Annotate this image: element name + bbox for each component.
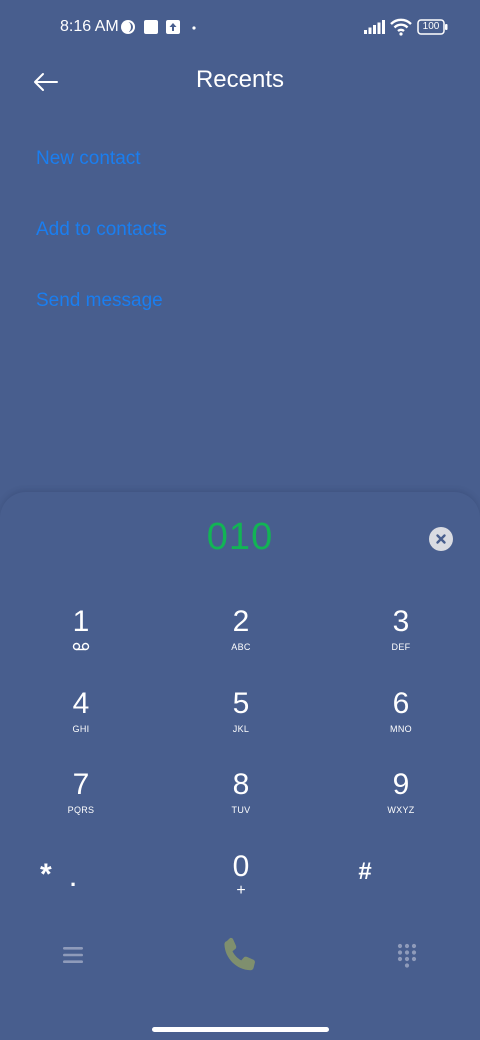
send-message-button[interactable]: Send message	[36, 290, 163, 312]
add-to-contacts-button[interactable]: Add to contacts	[36, 219, 167, 241]
status-bar: 8:16 AM 100	[0, 0, 480, 56]
dot-icon	[191, 25, 197, 31]
key-letters: +	[236, 882, 246, 899]
key-letters: WXYZ	[387, 805, 415, 815]
square-notification-icon	[142, 18, 159, 36]
moon-icon	[119, 18, 137, 36]
dialed-number[interactable]: 010	[0, 516, 480, 559]
call-button[interactable]	[210, 928, 270, 984]
menu-button[interactable]	[56, 938, 90, 972]
key-4[interactable]: 4 GHI	[21, 686, 141, 758]
close-icon	[436, 534, 446, 544]
key-letters: ABC	[231, 642, 251, 652]
key-5[interactable]: 5 JKL	[181, 686, 301, 758]
key-digit: 3	[392, 605, 410, 638]
key-digit: 2	[232, 605, 250, 638]
key-letters: DEF	[391, 642, 411, 652]
key-letters: MNO	[390, 724, 412, 734]
menu-icon	[63, 947, 83, 963]
dialpad-icon	[397, 943, 417, 968]
home-indicator[interactable]	[152, 1027, 329, 1032]
phone-icon	[224, 937, 255, 971]
phone-screen: 8:16 AM 100 Recents New contact Add to c…	[0, 0, 480, 1040]
status-time: 8:16 AM	[60, 18, 119, 35]
key-letters: GHI	[72, 724, 90, 734]
key-0[interactable]: 0 +	[181, 849, 301, 921]
voicemail-icon	[21, 642, 141, 651]
key-digit: 7	[72, 768, 90, 801]
signal-icon	[362, 18, 386, 36]
key-letters: JKL	[232, 724, 250, 734]
battery-level: 100	[422, 21, 440, 32]
key-digit: 1	[72, 605, 90, 638]
key-hash[interactable]: #	[345, 856, 385, 896]
key-digit: 6	[392, 687, 410, 720]
key-2[interactable]: 2 ABC	[181, 604, 301, 676]
key-letters: TUV	[231, 805, 251, 815]
upload-icon	[164, 18, 181, 36]
key-digit: #	[358, 858, 372, 885]
key-star[interactable]: * .	[30, 856, 100, 896]
key-6[interactable]: 6 MNO	[341, 686, 461, 758]
key-digit: 0	[232, 850, 250, 883]
clear-button[interactable]	[429, 527, 453, 551]
key-digit: *	[40, 858, 52, 891]
key-letters: PQRS	[67, 805, 95, 815]
key-letters: .	[70, 866, 77, 891]
key-digit: 5	[232, 687, 250, 720]
key-3[interactable]: 3 DEF	[341, 604, 461, 676]
page-title: Recents	[195, 66, 285, 93]
key-digit: 8	[232, 768, 250, 801]
key-7[interactable]: 7 PQRS	[21, 767, 141, 839]
dialpad-toggle-button[interactable]	[390, 938, 424, 974]
key-digit: 9	[392, 768, 410, 801]
header: Recents	[0, 56, 480, 108]
new-contact-button[interactable]: New contact	[36, 148, 141, 170]
key-digit: 4	[72, 687, 90, 720]
wifi-icon	[390, 18, 412, 36]
key-8[interactable]: 8 TUV	[181, 767, 301, 839]
key-1[interactable]: 1	[21, 604, 141, 676]
key-9[interactable]: 9 WXYZ	[341, 767, 461, 839]
battery-icon: 100	[417, 18, 449, 36]
